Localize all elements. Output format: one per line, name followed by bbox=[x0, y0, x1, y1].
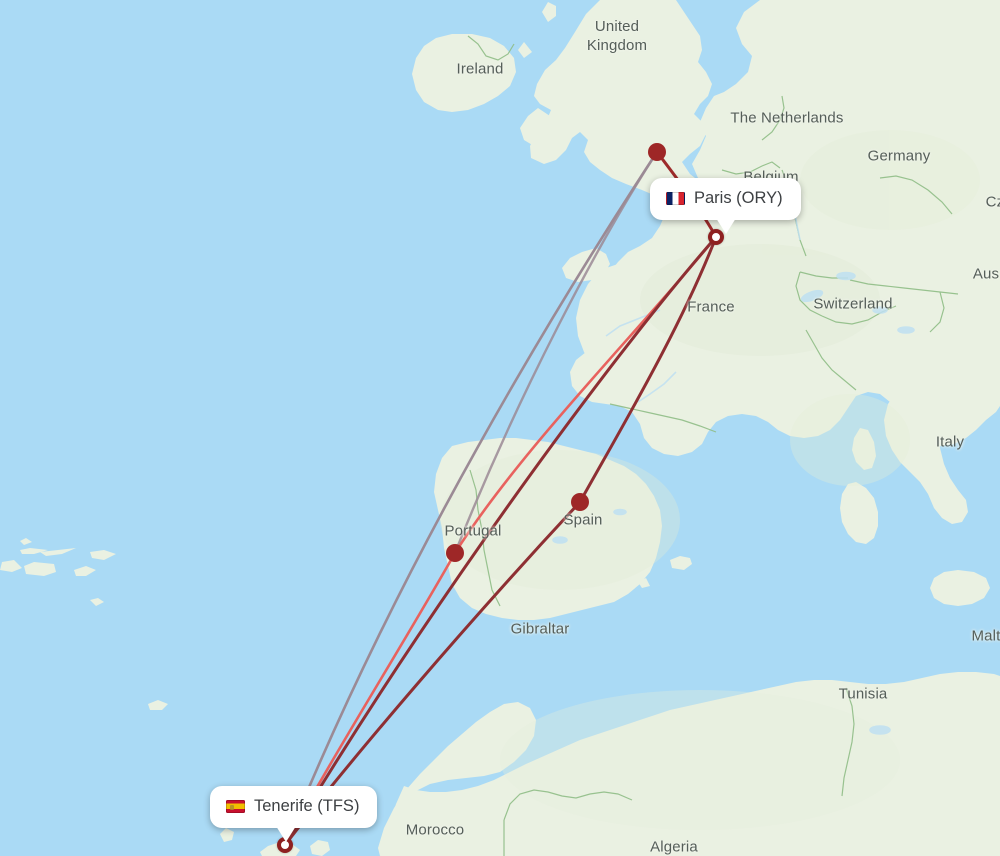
lake-generic-es bbox=[552, 536, 568, 544]
waypoint-marker-lisbon[interactable] bbox=[446, 544, 464, 562]
airport-tooltip-ory-label: Paris (ORY) bbox=[694, 189, 783, 207]
airport-tooltip-tfs-label: Tenerife (TFS) bbox=[254, 797, 360, 815]
flight-route-map[interactable]: Ireland United Kingdom The Netherlands G… bbox=[0, 0, 1000, 856]
lake-constance bbox=[836, 271, 856, 281]
tooltip-tail-ory bbox=[716, 218, 736, 234]
lake-generic-tn bbox=[869, 725, 891, 735]
flag-france-icon bbox=[666, 192, 685, 205]
tooltip-tail-tfs bbox=[276, 826, 296, 842]
airport-tooltip-ory[interactable]: Paris (ORY) bbox=[650, 178, 801, 234]
lake-generic-de bbox=[872, 306, 888, 314]
airport-tooltip-tfs[interactable]: Tenerife (TFS) bbox=[210, 786, 378, 842]
lake-generic-es2 bbox=[613, 508, 627, 516]
flag-spain-icon bbox=[226, 800, 245, 813]
waypoint-marker-madrid[interactable] bbox=[571, 493, 589, 511]
map-canvas bbox=[0, 0, 1000, 856]
waypoint-marker-london[interactable] bbox=[648, 143, 666, 161]
lake-generic-it bbox=[897, 326, 915, 334]
